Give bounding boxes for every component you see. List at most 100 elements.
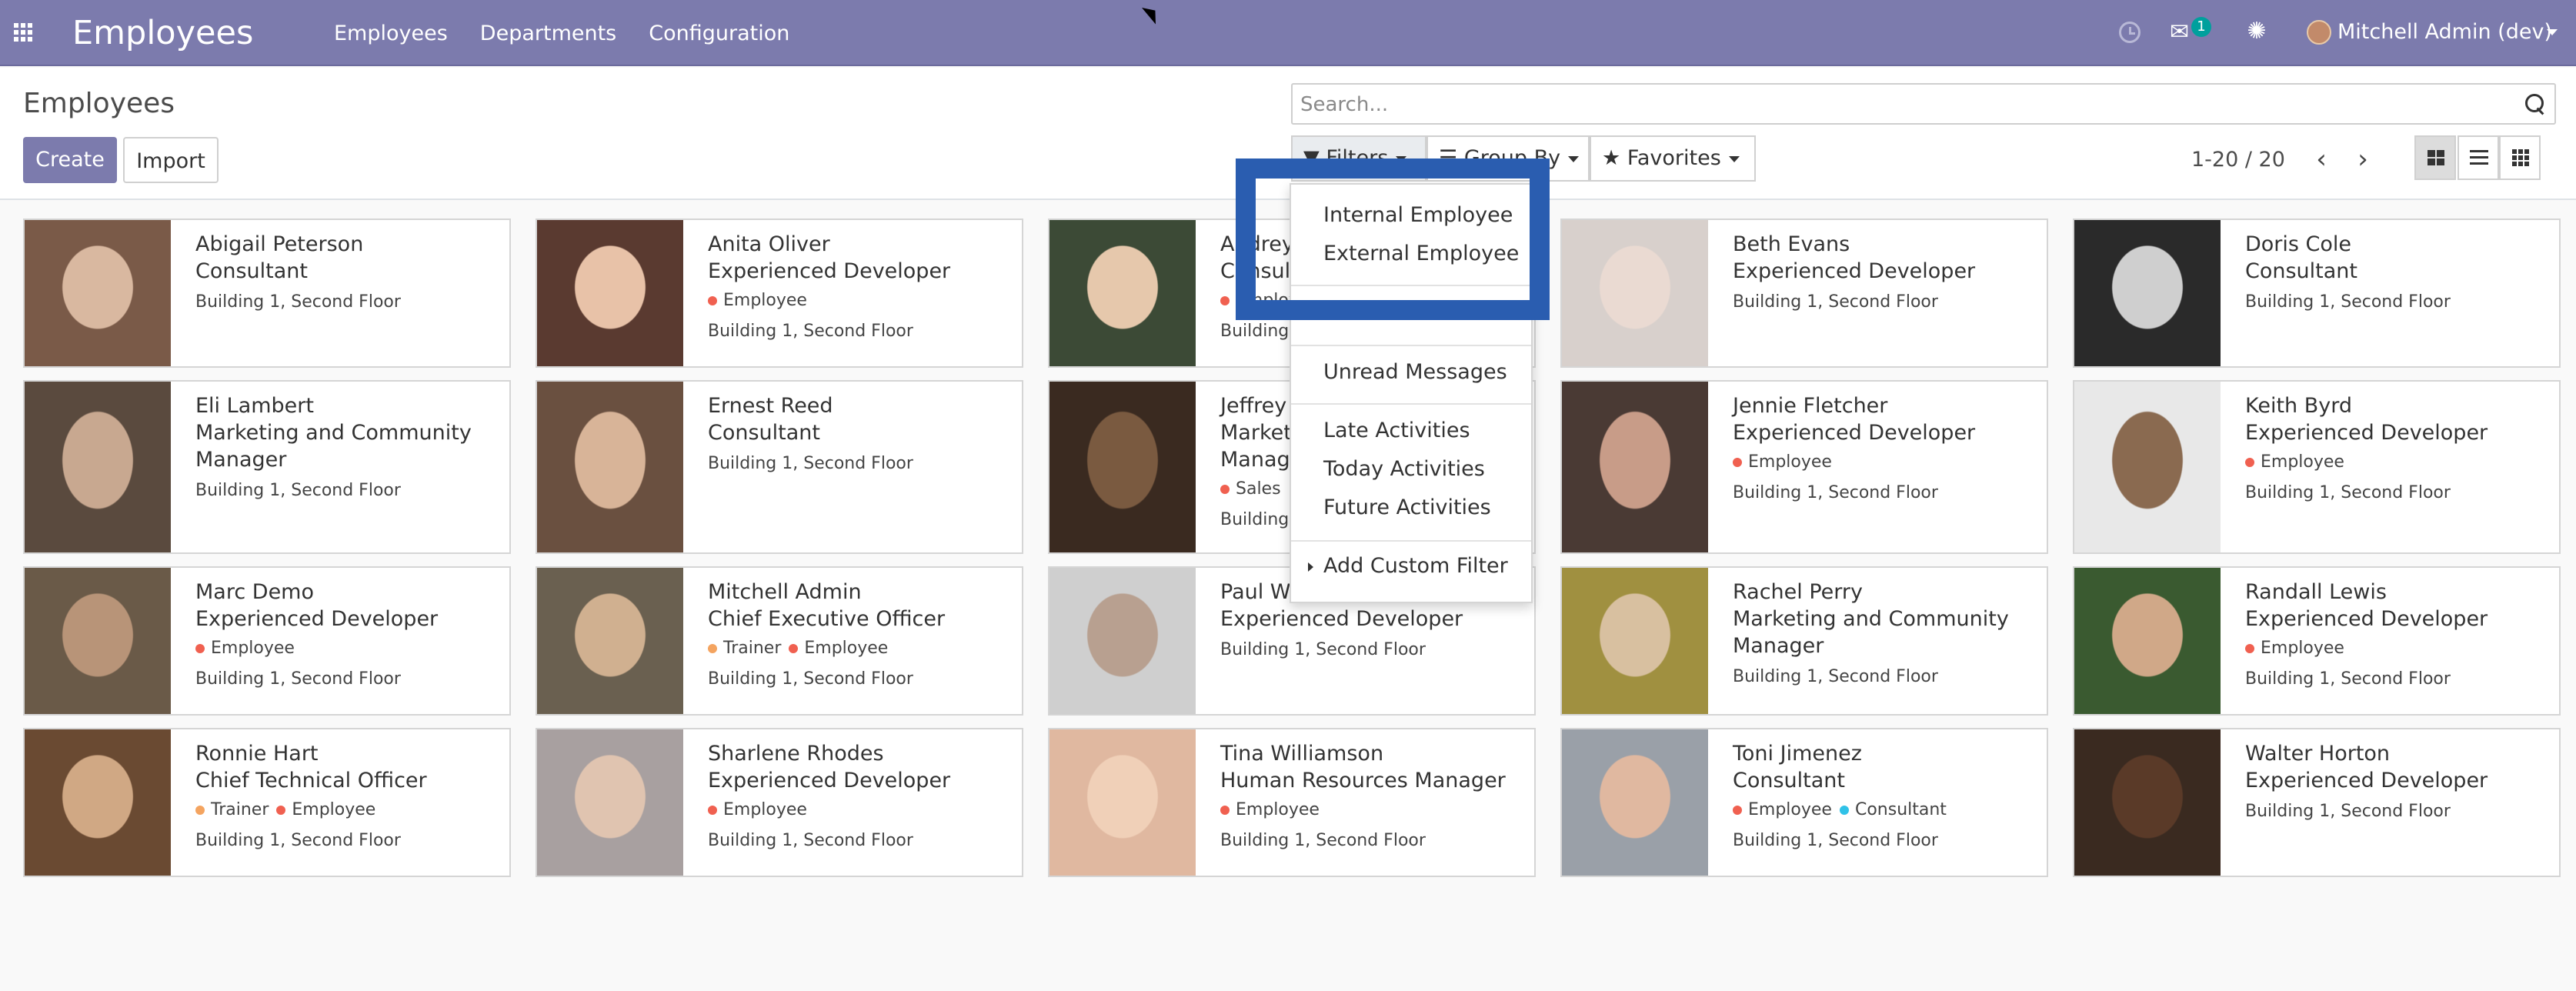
employee-tags: Employee	[195, 636, 502, 662]
employee-name: Tina Williamson	[1220, 742, 1384, 766]
employee-job: Experienced Developer	[195, 607, 439, 631]
tag-badge: Employee	[195, 636, 295, 662]
apps-menu-icon[interactable]	[14, 23, 32, 42]
activity-clock-icon[interactable]	[2119, 22, 2141, 43]
chat-badge: 1	[2191, 17, 2211, 37]
employee-card[interactable]: Beth Evans Experienced Developer Building …	[1560, 219, 2048, 368]
tag-color-dot	[708, 806, 717, 815]
employee-card[interactable]: Walter Horton Experienced Developer Buildi…	[2073, 728, 2561, 877]
employee-job: Chief Technical Officer	[195, 769, 427, 792]
employee-location: Building 1, Second Floor	[1220, 640, 1426, 659]
top-navbar: Employees Employees Departments Configur…	[0, 0, 2576, 66]
chevron-right-icon[interactable]: ›	[2351, 146, 2374, 172]
divider	[1291, 403, 1531, 405]
kanban-view-button[interactable]	[2414, 135, 2456, 180]
activity-view-button[interactable]	[2499, 135, 2541, 180]
employee-card[interactable]: Keith Byrd Experienced Developer Employee B…	[2073, 380, 2561, 554]
tag-badge: Employee	[1220, 797, 1320, 823]
tag-badge: Employee	[2245, 636, 2344, 662]
employee-location: Building 1, Second Floor	[708, 454, 913, 473]
menu-departments[interactable]: Departments	[480, 22, 616, 45]
employee-card[interactable]: Abigail Peterson Consultant Building 1, Se…	[23, 219, 511, 368]
employee-photo	[1049, 220, 1196, 366]
employee-card[interactable]: Ernest Reed Consultant Building 1, Second …	[536, 380, 1023, 554]
tag-label: Employee	[1236, 800, 1320, 819]
employee-location: Building 1, Second Floor	[1733, 292, 1938, 312]
employee-card[interactable]: Toni Jimenez Consultant Employee Consultant…	[1560, 728, 2048, 877]
employee-card[interactable]: Randall Lewis Experienced Developer Employ…	[2073, 566, 2561, 716]
pager-value[interactable]: 1-20 / 20	[2191, 146, 2285, 174]
employee-photo	[1562, 568, 1708, 714]
employee-info: Mitchell Admin Chief Executive Officer Tra…	[708, 579, 1014, 692]
tag-label: Employee	[804, 639, 889, 658]
import-button[interactable]: Import	[123, 137, 219, 183]
list-view-button[interactable]	[2458, 135, 2499, 180]
tag-label: Trainer	[211, 800, 269, 819]
employee-card[interactable]: Marc Demo Experienced Developer Employee Bu…	[23, 566, 511, 716]
employee-card[interactable]: Tina Williamson Human Resources Manager Em…	[1048, 728, 1536, 877]
employee-name: Marc Demo	[195, 580, 314, 604]
search-icon[interactable]	[2524, 92, 2547, 115]
employee-card[interactable]: Eli Lambert Marketing and Community Manag…	[23, 380, 511, 554]
user-menu[interactable]: Mitchell Admin (dev)	[2337, 18, 2552, 46]
employee-photo	[25, 568, 171, 714]
employee-name: Jennie Fletcher	[1733, 394, 1888, 418]
employee-card[interactable]: Anita Oliver Experienced Developer Employe…	[536, 219, 1023, 368]
employee-location: Building 1, Second Floor	[708, 669, 913, 689]
tag-color-dot	[2245, 644, 2254, 653]
employee-job: Chief Executive Officer	[708, 607, 946, 631]
favorites-label: Favorites	[1627, 146, 1721, 170]
employee-name: Walter Horton	[2245, 742, 2391, 766]
employee-photo	[537, 568, 683, 714]
employee-card[interactable]: Mitchell Admin Chief Executive Officer Tra…	[536, 566, 1023, 716]
employee-photo	[537, 382, 683, 552]
employee-name: Toni Jimenez	[1733, 742, 1862, 766]
filter-future-activities[interactable]: Future Activities	[1323, 494, 1491, 522]
menu-configuration[interactable]: Configuration	[649, 22, 789, 45]
employee-info: Anita Oliver Experienced Developer Employe…	[708, 231, 1014, 345]
debug-bug-icon[interactable]: ✺	[2245, 20, 2268, 43]
tag-badge: Employee	[708, 288, 807, 314]
tag-badge: Employee	[1733, 797, 1832, 823]
tag-label: Employee	[2261, 639, 2344, 658]
chevron-left-icon[interactable]: ‹	[2310, 146, 2333, 172]
employee-name: Keith Byrd	[2245, 394, 2353, 418]
employee-photo	[537, 220, 683, 366]
employee-info: Ronnie Hart Chief Technical Officer Traine…	[195, 740, 502, 854]
app-brand[interactable]: Employees	[72, 11, 253, 55]
chevron-down-icon[interactable]	[2547, 29, 2558, 35]
tag-label: Employee	[1748, 452, 1832, 472]
filter-today-activities[interactable]: Today Activities	[1323, 455, 1485, 483]
create-button[interactable]: Create	[23, 137, 117, 183]
tag-badge: Employee	[1733, 449, 1832, 475]
employee-name: Eli Lambert	[195, 394, 314, 418]
employee-location: Building 1, Second Floor	[195, 481, 401, 500]
favorites-button[interactable]: ★ Favorites	[1590, 135, 1756, 182]
star-icon: ★	[1602, 146, 1621, 170]
employee-location: Building 1, Second Floor	[195, 292, 401, 312]
employee-job: Experienced Developer	[2245, 421, 2488, 445]
employee-location: Building 1, Second Floor	[2245, 802, 2451, 821]
avatar[interactable]	[2307, 20, 2331, 45]
employee-card[interactable]: Doris Cole Consultant Building 1, Second F…	[2073, 219, 2561, 368]
tag-color-dot	[1220, 296, 1230, 305]
employee-card[interactable]: Jennie Fletcher Experienced Developer Empl…	[1560, 380, 2048, 554]
employee-card[interactable]: Sharlene Rhodes Experienced Developer Empl…	[536, 728, 1023, 877]
chat-icon[interactable]: ✉	[2170, 21, 2193, 44]
employee-tags: Employee	[1220, 797, 1527, 823]
employee-card[interactable]: Rachel Perry Marketing and Community Mana…	[1560, 566, 2048, 716]
add-custom-filter[interactable]: Add Custom Filter	[1323, 552, 1508, 580]
employee-info: Abigail Peterson Consultant Building 1, Se…	[195, 231, 502, 315]
employee-job: Consultant	[2245, 259, 2357, 283]
tag-color-dot	[708, 644, 717, 653]
menu-employees[interactable]: Employees	[334, 22, 448, 45]
filter-unread-messages[interactable]: Unread Messages	[1323, 359, 1507, 386]
employee-info: Beth Evans Experienced Developer Building …	[1733, 231, 2039, 315]
filter-late-activities[interactable]: Late Activities	[1323, 417, 1470, 445]
employee-card[interactable]: Ronnie Hart Chief Technical Officer Traine…	[23, 728, 511, 877]
search-input[interactable]	[1300, 88, 2501, 122]
tag-badge: Trainer	[195, 797, 269, 823]
employee-info: Randall Lewis Experienced Developer Employ…	[2245, 579, 2551, 692]
employee-name: Beth Evans	[1733, 232, 1850, 256]
caret-right-icon	[1308, 562, 1313, 572]
